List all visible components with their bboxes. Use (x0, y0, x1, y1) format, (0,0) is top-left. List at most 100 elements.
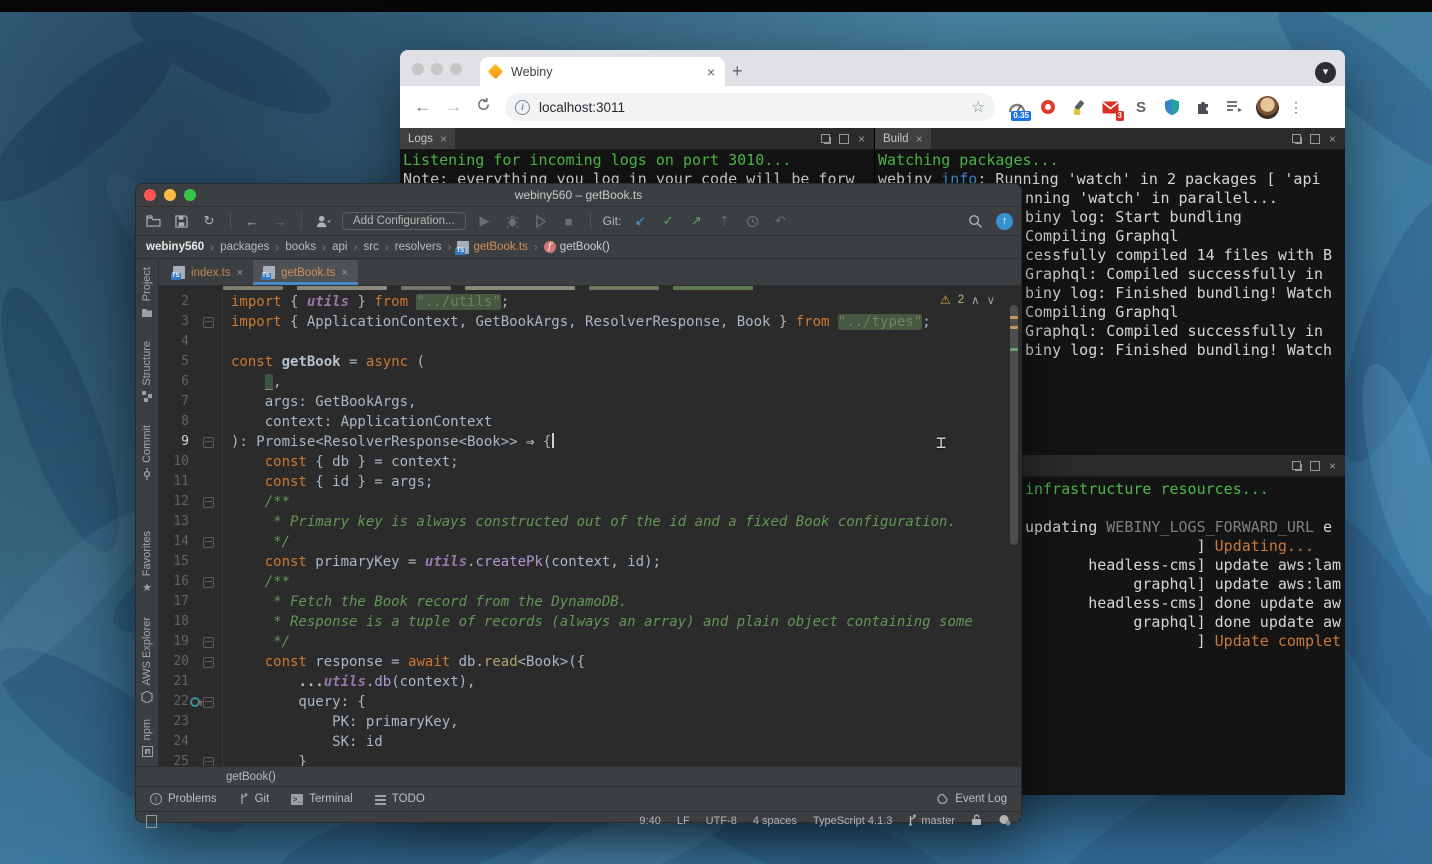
git-cherry-pick-icon[interactable]: ⇡ (715, 212, 733, 230)
fold-toggle-icon[interactable] (203, 437, 214, 448)
editor-tab-getBook.ts[interactable]: getBook.ts× (253, 260, 358, 285)
code-line[interactable]: 20 const response = await db.read<Book>(… (159, 652, 1021, 672)
prev-problem-icon[interactable]: ∧ (971, 293, 979, 307)
save-icon[interactable] (172, 212, 190, 230)
shield-extension-icon[interactable] (1162, 97, 1182, 117)
sidebar-item-aws-explorer[interactable]: AWS Explorer (136, 617, 158, 703)
gutter-fold-column[interactable] (189, 412, 223, 432)
gutter-fold-column[interactable] (189, 392, 223, 412)
code-line[interactable]: 25 } (159, 752, 1021, 766)
browser-minimize-button[interactable] (431, 63, 443, 75)
code-line[interactable]: 4 (159, 332, 1021, 352)
puzzle-extension-icon[interactable] (1193, 97, 1213, 117)
code-line[interactable]: 12 /** (159, 492, 1021, 512)
run-configuration-select[interactable]: Add Configuration... (342, 212, 466, 230)
status-caret-position[interactable]: 9:40 (639, 815, 660, 827)
code-line[interactable]: 6 _, (159, 372, 1021, 392)
infra-maximize-icon[interactable] (1310, 461, 1320, 471)
code-line[interactable]: 21 ...utils.db(context), (159, 672, 1021, 692)
code-lines[interactable]: 2import { utils } from "../utils";3impor… (159, 292, 1021, 766)
open-folder-icon[interactable] (144, 212, 162, 230)
sidebar-item-project[interactable]: Project (136, 267, 158, 318)
gutter-fold-column[interactable] (189, 572, 223, 592)
browser-traffic-lights[interactable] (412, 62, 469, 80)
git-history-icon[interactable] (743, 212, 761, 230)
gutter-fold-column[interactable] (189, 472, 223, 492)
breadcrumb-function[interactable]: fgetBook() (544, 241, 610, 253)
editor-tab-index.ts[interactable]: index.ts× (163, 260, 253, 285)
git-rollback-icon[interactable]: ↶ (771, 212, 789, 230)
code-line[interactable]: 16 /** (159, 572, 1021, 592)
gutter-fold-column[interactable] (189, 332, 223, 352)
status-typescript-version[interactable]: TypeScript 4.1.3 (813, 815, 893, 827)
gutter-fold-column[interactable] (189, 692, 223, 712)
logs-tab-close-icon[interactable]: × (440, 132, 447, 146)
git-update-icon[interactable]: ↙ (631, 212, 649, 230)
fold-toggle-icon[interactable] (203, 657, 214, 668)
gutter-fold-column[interactable] (189, 372, 223, 392)
red-circle-extension-icon[interactable] (1038, 97, 1058, 117)
sidebar-item-structure[interactable]: Structure (136, 341, 158, 403)
logs-pane-tab[interactable]: Logs × (400, 128, 455, 149)
override-marker-icon[interactable] (190, 697, 200, 707)
code-line[interactable]: 2import { utils } from "../utils"; (159, 292, 1021, 312)
ide-title-bar[interactable]: webiny560 – getBook.ts (136, 184, 1021, 207)
gutter-fold-column[interactable] (189, 652, 223, 672)
error-stripe[interactable] (1007, 286, 1021, 766)
forward-icon[interactable]: → (445, 97, 462, 117)
user-profile-icon[interactable] (314, 212, 332, 230)
code-line[interactable]: 10 const { db } = context; (159, 452, 1021, 472)
build-maximize-icon[interactable] (1310, 134, 1320, 144)
code-line[interactable]: 9): Promise<ResolverResponse<Book>> ⇒ { (159, 432, 1021, 452)
code-line[interactable]: 3import { ApplicationContext, GetBookArg… (159, 312, 1021, 332)
fold-toggle-icon[interactable] (203, 757, 214, 767)
layout-toggle-icon[interactable] (146, 815, 157, 828)
url-text[interactable]: localhost:3011 (539, 100, 972, 115)
code-line[interactable]: 5const getBook = async ( (159, 352, 1021, 372)
code-line[interactable]: 15 const primaryKey = utils.createPk(con… (159, 552, 1021, 572)
gutter-fold-column[interactable] (189, 612, 223, 632)
gauge-extension-icon[interactable]: 0.35 (1007, 97, 1027, 117)
tab-close-icon[interactable]: × (341, 267, 347, 279)
ide-update-notification-icon[interactable]: ↑ (996, 213, 1013, 230)
breadcrumb-file[interactable]: getBook.ts (457, 241, 527, 254)
toolwindow-button-todo[interactable]: TODO (375, 793, 425, 805)
debug-icon[interactable] (504, 212, 522, 230)
gutter-fold-column[interactable] (189, 352, 223, 372)
fold-toggle-icon[interactable] (203, 697, 214, 708)
context-function-label[interactable]: getBook() (226, 771, 276, 783)
browser-menu-icon[interactable]: ⋮ (1289, 99, 1303, 116)
fold-toggle-icon[interactable] (203, 537, 214, 548)
fold-toggle-icon[interactable] (203, 497, 214, 508)
toolwindow-button-terminal[interactable]: >_Terminal (291, 793, 352, 805)
build-pane-tab[interactable]: Build × (875, 128, 931, 149)
stylus-extension-icon[interactable]: S (1131, 97, 1151, 117)
gutter-fold-column[interactable] (189, 312, 223, 332)
code-line[interactable]: 18 * Response is a tuple of records (alw… (159, 612, 1021, 632)
inspections-profile-icon[interactable] (998, 814, 1011, 829)
gutter-fold-column[interactable] (189, 632, 223, 652)
navigate-back-icon[interactable]: ← (243, 212, 261, 230)
gutter-fold-column[interactable] (189, 672, 223, 692)
code-line[interactable]: 7 args: GetBookArgs, (159, 392, 1021, 412)
breadcrumb-item-books[interactable]: books (285, 241, 316, 253)
bookmark-star-icon[interactable]: ☆ (972, 98, 985, 116)
gutter-fold-column[interactable] (189, 732, 223, 752)
next-problem-icon[interactable]: ∨ (987, 293, 995, 307)
gutter-fold-column[interactable] (189, 592, 223, 612)
profile-avatar[interactable] (1256, 96, 1279, 119)
toolwindow-button-problems[interactable]: !Problems (150, 793, 217, 805)
status-line-separator[interactable]: LF (677, 815, 690, 827)
lock-icon[interactable] (971, 814, 982, 829)
build-float-icon[interactable] (1292, 134, 1301, 143)
fold-toggle-icon[interactable] (203, 577, 214, 588)
logs-close-icon[interactable]: × (858, 135, 865, 143)
infra-close-icon[interactable]: × (1329, 462, 1336, 470)
code-line[interactable]: 8 context: ApplicationContext (159, 412, 1021, 432)
gutter-fold-column[interactable] (189, 512, 223, 532)
status-file-encoding[interactable]: UTF-8 (706, 815, 737, 827)
browser-zoom-button[interactable] (450, 63, 462, 75)
gutter-fold-column[interactable] (189, 532, 223, 552)
code-line[interactable]: 13 * Primary key is always constructed o… (159, 512, 1021, 532)
fold-toggle-icon[interactable] (203, 317, 214, 328)
